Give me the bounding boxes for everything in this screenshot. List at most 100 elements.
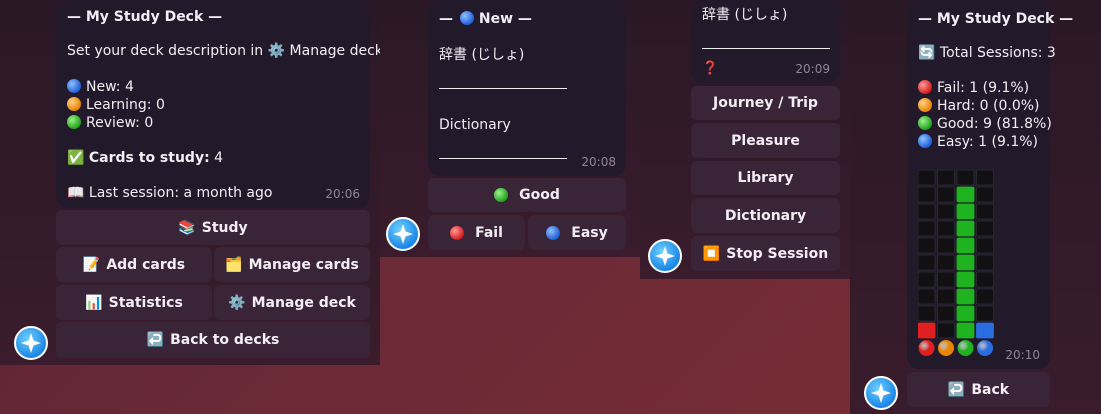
- memo-icon: 📝: [82, 256, 101, 273]
- empty-cell: [937, 322, 955, 339]
- stat-new: New: 4: [67, 78, 134, 96]
- title-dash-right: —: [517, 11, 532, 27]
- empty-cell: [976, 288, 994, 305]
- bar-cell-fail: [917, 322, 936, 339]
- answers-bar-chart: [917, 168, 998, 364]
- message-time: 20:06: [325, 187, 360, 201]
- statistics-message: — My Study Deck — 🔄 Total Sessions: 3 Fa…: [907, 0, 1073, 369]
- cards-count: 4: [214, 150, 224, 166]
- back-label: Back: [971, 381, 1010, 398]
- stat-hard: Hard: 0 (0.0%): [918, 97, 1040, 115]
- card-title: — New —: [439, 10, 532, 28]
- deck-title: — My Study Deck —: [67, 9, 223, 25]
- study-button[interactable]: 📚 Study: [56, 210, 370, 245]
- stat-review: Review: 0: [67, 114, 153, 132]
- check-icon: ✅: [67, 150, 85, 166]
- stat-fail: Fail: 1 (9.1%): [918, 79, 1029, 97]
- quiz-card-message: 辞書 (じしょ) ❓ 20:09: [691, 0, 840, 83]
- empty-cell: [976, 169, 994, 186]
- stop-session-label: Stop Session: [726, 245, 829, 262]
- bar-chart-icon: 📊: [85, 294, 103, 311]
- star-icon: [393, 224, 413, 244]
- stop-session-button[interactable]: ⏹️ Stop Session: [691, 236, 840, 271]
- bot-avatar[interactable]: [648, 239, 682, 273]
- green-circle-icon: [957, 340, 974, 356]
- pleasure-button[interactable]: Pleasure: [691, 123, 840, 158]
- red-circle-icon: [918, 340, 935, 356]
- message-time: 20:08: [581, 155, 616, 169]
- bar-cell-good: [956, 237, 975, 254]
- bot-avatar[interactable]: [864, 376, 898, 410]
- card-word: 辞書 (じしょ): [439, 47, 525, 63]
- journey-trip-button[interactable]: Journey / Trip: [691, 86, 840, 120]
- stat-easy: Easy: 1 (9.1%): [918, 133, 1038, 151]
- orange-circle-icon: [938, 340, 954, 356]
- back-button[interactable]: ↩️ Back: [907, 372, 1050, 407]
- blue-circle-icon: [459, 11, 474, 25]
- easy-button[interactable]: Easy: [528, 215, 626, 250]
- dictionary-button[interactable]: Dictionary: [691, 198, 840, 233]
- empty-cell: [937, 237, 955, 254]
- empty-cell: [917, 186, 936, 203]
- empty-cell: [917, 254, 936, 271]
- manage-cards-label: Manage cards: [248, 256, 359, 273]
- folder-icon: 🗂️: [225, 256, 243, 273]
- panel-statistics: — My Study Deck — 🔄 Total Sessions: 3 Fa…: [850, 0, 1101, 414]
- back-to-decks-button[interactable]: ↩️ Back to decks: [56, 322, 370, 358]
- pleasure-label: Pleasure: [731, 132, 800, 149]
- stat-easy-label: Easy: 1 (9.1%): [937, 134, 1039, 150]
- empty-cell: [937, 169, 955, 186]
- blue-circle-icon: [918, 134, 932, 148]
- bar-cell-good: [956, 254, 975, 271]
- empty-cell: [937, 203, 955, 220]
- bot-avatar[interactable]: [14, 326, 48, 360]
- library-button[interactable]: Library: [691, 161, 840, 195]
- fail-button[interactable]: Fail: [428, 215, 525, 250]
- last-session: 📖 Last session: a month ago: [67, 184, 272, 202]
- fail-label: Fail: [475, 224, 503, 241]
- stat-learning-label: Learning: 0: [86, 97, 165, 113]
- books-icon: 📚: [178, 219, 196, 236]
- title-dash-left: —: [439, 11, 453, 27]
- empty-cell: [937, 186, 955, 203]
- add-cards-button[interactable]: 📝 Add cards: [56, 247, 212, 282]
- card-answer: Dictionary: [439, 117, 511, 133]
- easy-label: Easy: [571, 224, 608, 241]
- good-button[interactable]: Good: [428, 178, 626, 212]
- empty-cell: [937, 254, 955, 271]
- journey-trip-label: Journey / Trip: [713, 95, 818, 111]
- bot-avatar[interactable]: [386, 217, 420, 251]
- stop-icon: ⏹️: [702, 245, 721, 262]
- empty-cell: [937, 305, 955, 322]
- manage-deck-button[interactable]: ⚙️ Manage deck: [214, 285, 370, 320]
- empty-cell: [937, 288, 955, 305]
- blue-circle-icon: [977, 340, 993, 356]
- stats-title: — My Study Deck —: [918, 11, 1074, 27]
- star-icon: [21, 333, 41, 353]
- statistics-button[interactable]: 📊 Statistics: [56, 285, 212, 320]
- cards-label: Cards to study:: [88, 150, 210, 166]
- message-time: 20:10: [1005, 348, 1040, 362]
- empty-cell: [917, 220, 936, 237]
- answer-underline: [439, 158, 567, 159]
- empty-cell: [937, 271, 955, 288]
- manage-cards-button[interactable]: 🗂️ Manage cards: [214, 247, 370, 282]
- good-label: Good: [519, 187, 560, 203]
- bar-chart-svg: [917, 169, 994, 356]
- bar-cell-good: [956, 203, 975, 220]
- library-label: Library: [737, 170, 794, 186]
- panel-quiz-card: 辞書 (じしょ) ❓ 20:09 Journey / Trip Pleasure…: [640, 0, 850, 279]
- total-sessions: 🔄 Total Sessions: 3: [918, 44, 1056, 62]
- empty-cell: [917, 288, 936, 305]
- book-icon: 📖: [67, 185, 85, 201]
- answer-divider: [702, 48, 830, 49]
- last-session-label: Last session: a month ago: [88, 185, 273, 201]
- empty-cell: [976, 271, 994, 288]
- bar-cell-good: [956, 220, 975, 237]
- panel-new-card: — New — 辞書 (じしょ) Dictionary 20:08 Good F…: [380, 0, 640, 257]
- new-card-message: — New — 辞書 (じしょ) Dictionary 20:08: [428, 0, 626, 176]
- empty-cell: [917, 237, 936, 254]
- stat-new-label: New: 4: [86, 79, 134, 95]
- blue-circle-icon: [546, 225, 561, 240]
- deck-info-message: — My Study Deck — Set your deck descript…: [56, 0, 380, 208]
